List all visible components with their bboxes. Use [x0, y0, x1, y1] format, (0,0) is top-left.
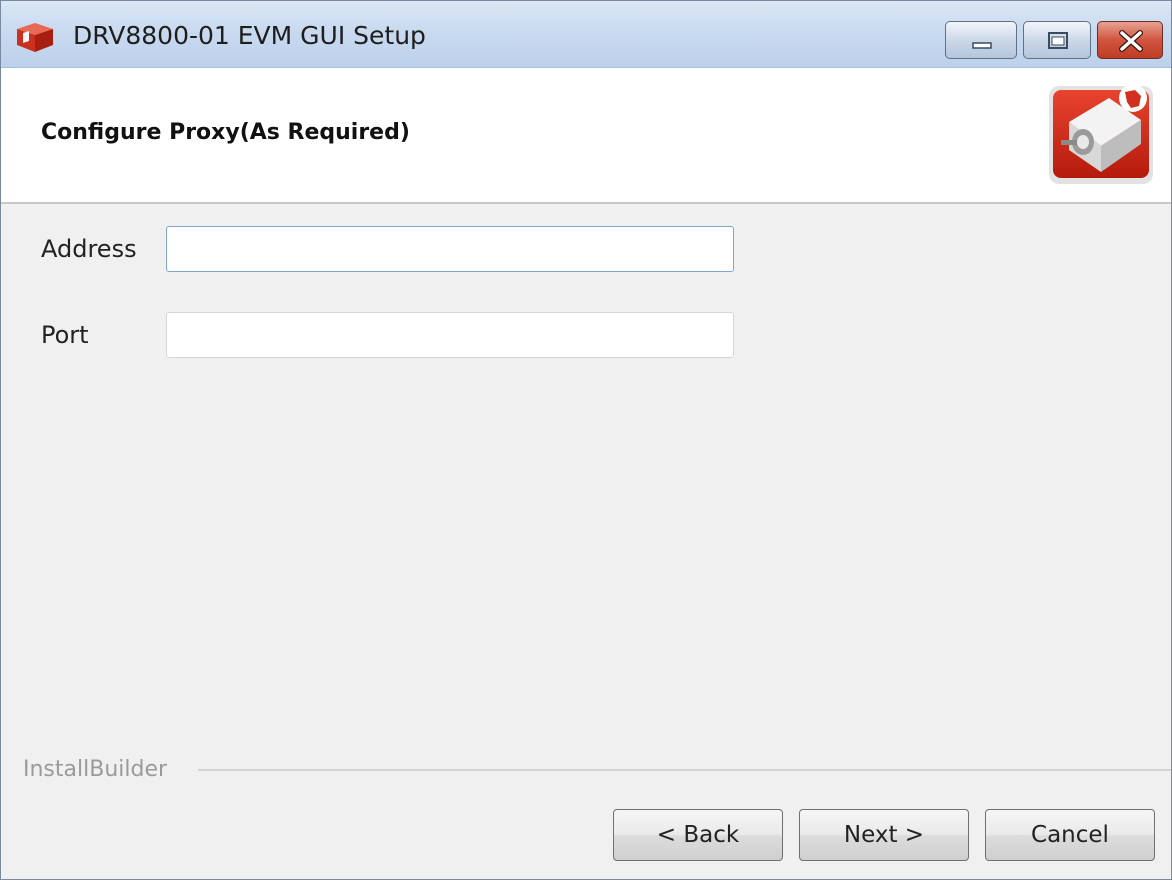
window-title: DRV8800-01 EVM GUI Setup [73, 21, 426, 50]
close-button[interactable] [1097, 21, 1163, 59]
address-label: Address [41, 235, 137, 263]
maximize-icon [1048, 32, 1068, 49]
title-bar[interactable]: DRV8800-01 EVM GUI Setup [1, 1, 1171, 68]
port-label: Port [41, 321, 89, 349]
setup-window: DRV8800-01 EVM GUI Setup Configure Proxy… [0, 0, 1172, 880]
installer-box-icon [17, 23, 53, 52]
ti-motor-logo-icon [1049, 84, 1153, 184]
page-title: Configure Proxy(As Required) [41, 120, 410, 145]
port-input[interactable] [166, 312, 734, 358]
minimize-button[interactable] [945, 21, 1017, 59]
back-button[interactable]: < Back [613, 809, 783, 861]
wizard-header: Configure Proxy(As Required) [1, 68, 1171, 204]
address-input[interactable] [166, 226, 734, 272]
close-icon [1119, 30, 1143, 52]
minimize-icon [972, 42, 992, 49]
cancel-button[interactable]: Cancel [985, 809, 1155, 861]
installbuilder-branding: InstallBuilder [23, 757, 1171, 787]
branding-divider [198, 769, 1171, 771]
brand-text: InstallBuilder [23, 757, 178, 782]
maximize-button[interactable] [1023, 21, 1091, 59]
next-button[interactable]: Next > [799, 809, 969, 861]
